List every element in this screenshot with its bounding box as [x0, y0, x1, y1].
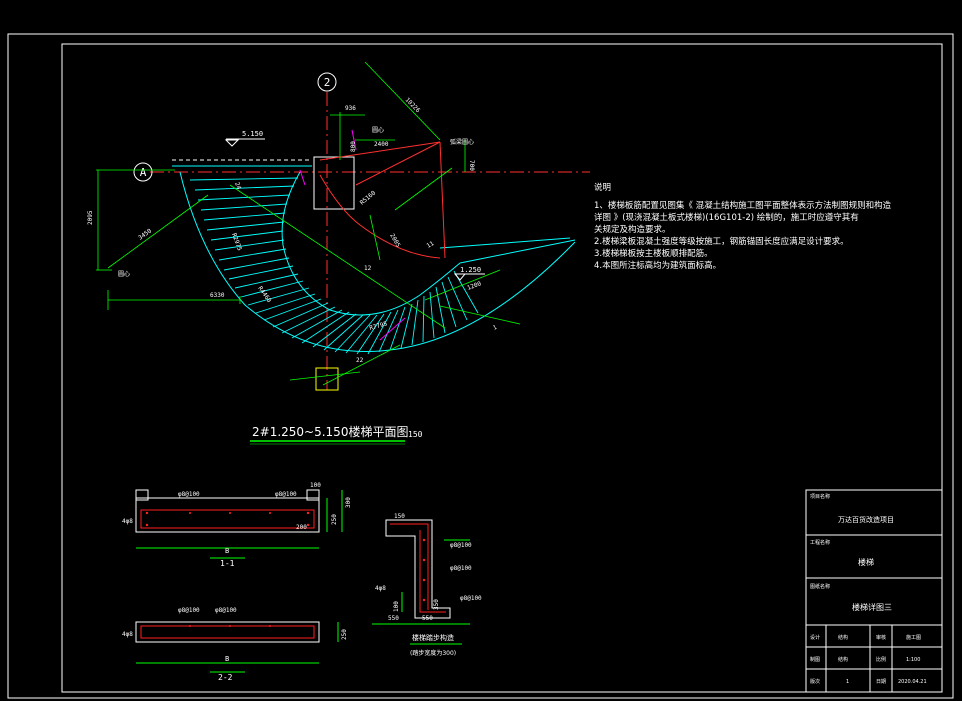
- axis-2-label: 2: [324, 76, 331, 89]
- detail-d350: 350: [433, 599, 440, 610]
- dim-24: 24: [233, 181, 242, 191]
- detail-title: 楼梯踏步构造: [412, 633, 454, 642]
- section-1-1: B 1-1 φ8@100 φ8@100 4φ8 200 100 250 300: [122, 482, 352, 568]
- tb-r2c4: 1:100: [906, 657, 920, 663]
- tb-drawing: 楼梯: [858, 557, 874, 567]
- tb-r2c2: 结构: [838, 656, 848, 663]
- tb-project: 万达百货改造项目: [838, 515, 894, 524]
- step-detail: φ8@100 φ8@100 φ8@100 4φ8 550 550 100 350…: [372, 513, 482, 657]
- tb-r3c3: 日期: [876, 679, 886, 685]
- section-1-bottom: 4φ8: [122, 518, 133, 525]
- section-2-rebar1: φ8@100: [178, 607, 200, 614]
- tb-drawing-label: 工程名称: [810, 539, 830, 546]
- detail-d100: 100: [393, 601, 400, 612]
- dim-12: 12: [364, 265, 372, 272]
- tb-r1c4: 施工图: [906, 634, 921, 641]
- tb-sheet: 楼梯详图三: [852, 602, 892, 612]
- note-line: 3.楼梯梯板按主楼板顺排配筋。: [594, 249, 713, 259]
- section-1-rebar2: φ8@100: [275, 491, 297, 498]
- tb-project-label: 项目名称: [810, 493, 830, 500]
- detail-subtitle: (踏步宽度为300): [410, 649, 456, 657]
- section-1-d300: 300: [345, 497, 352, 508]
- tb-r1c3: 审核: [876, 634, 886, 641]
- detail-r2: φ8@100: [450, 565, 472, 572]
- detail-d550b: 550: [422, 615, 433, 622]
- section-1-label: 1-1: [220, 559, 235, 568]
- section-1-outline: [135, 497, 320, 533]
- tb-r1c2: 结构: [838, 634, 848, 641]
- section-2-d250: 250: [341, 629, 348, 640]
- section-1-base: B: [225, 547, 229, 555]
- section-2-2: B 2-2 φ8@100 φ8@100 4φ8 250: [122, 607, 348, 682]
- note-line: 1、楼梯板筋配置见图集《 混凝土结构施工图平面整体表示方法制图规则和构造: [594, 201, 892, 211]
- section-1-d250: 250: [331, 514, 338, 525]
- dim-700: 700: [468, 160, 475, 171]
- dim-3450: 3450: [137, 227, 153, 241]
- tb-r2c3: 比例: [876, 656, 886, 663]
- column-top: [313, 156, 355, 210]
- section-1-rebar: [140, 509, 315, 529]
- title-block: 项目名称 万达百货改造项目 工程名称 楼梯 图纸名称 楼梯详图三 设计 结构 审…: [805, 489, 943, 693]
- section-2-label: 2-2: [218, 673, 233, 682]
- tb-r3c1: 版次: [810, 678, 820, 685]
- level-top-marker: [224, 139, 240, 147]
- level-top-text: 5.150: [242, 130, 263, 138]
- section-1-d100: 100: [310, 482, 321, 489]
- tb-r1c1: 设计: [810, 634, 820, 641]
- note-line: 详图 》(现浇混凝土板式楼梯)(16G101-2) 绘制的，施工时应遵守其有: [594, 213, 859, 223]
- tb-sheet-label: 图纸名称: [810, 583, 830, 590]
- label-left-center: 圆心: [118, 271, 130, 278]
- detail-d550: 550: [388, 615, 399, 622]
- note-line: 关规定及构造要求。: [594, 225, 671, 235]
- tb-r2c1: 制图: [810, 656, 820, 663]
- label-center: 圆心: [372, 127, 384, 134]
- dim-22: 22: [356, 357, 364, 364]
- dim-2400: 2400: [374, 141, 389, 148]
- plan-title: 2#1.250~5.150楼梯平面图: [252, 424, 408, 439]
- tb-r3c2: 1: [846, 679, 849, 685]
- dim-1200: 1200: [466, 280, 482, 292]
- label-arc-center: 弧梁圆心: [450, 138, 474, 146]
- detail-r3: φ8@100: [460, 595, 482, 602]
- dim-r2975: R2975: [230, 232, 243, 252]
- level-right-text: 1.250: [460, 266, 481, 274]
- dim-11: 11: [426, 240, 436, 250]
- section-2-rebar2: φ8@100: [215, 607, 237, 614]
- dim-r5160: R5160: [359, 189, 378, 206]
- arc-beam: [319, 174, 441, 259]
- dimension-lines: [96, 61, 521, 386]
- landing-line: [439, 237, 571, 249]
- dim-800: 800: [350, 141, 357, 152]
- detail-d150: 150: [394, 513, 405, 520]
- dim-2005: 2005: [388, 233, 401, 249]
- dim-2095: 2095: [87, 210, 94, 225]
- section-2-bottom: 4φ8: [122, 631, 133, 638]
- note-line: 2.楼梯梁板混凝土强度等级按施工，钢筋锚固长度应满足设计要求。: [594, 237, 849, 247]
- notes-block: 说明 1、楼梯板筋配置见图集《 混凝土结构施工图平面整体表示方法制图规则和构造 …: [594, 182, 892, 272]
- dim-1: 1: [492, 324, 499, 332]
- arc-beam-radius-right: [439, 141, 446, 259]
- note-line: 4.本图所注标高均为建筑面标高。: [594, 261, 722, 271]
- inner-frame: [61, 43, 943, 693]
- section-1-d200: 200: [296, 524, 307, 531]
- cad-drawing: A 2 5.150 1.250 936 10226 2400 700 800 2…: [7, 33, 954, 699]
- tb-r3c4: 2020.04.21: [898, 679, 927, 685]
- stair-treads: [189, 177, 479, 355]
- detail-r4: 4φ8: [375, 585, 386, 592]
- plan-scale: 150: [408, 430, 423, 439]
- section-1-rebar1: φ8@100: [178, 491, 200, 498]
- section-2-rebar: [140, 625, 315, 639]
- detail-r1: φ8@100: [450, 542, 472, 549]
- section-2-outline: [135, 621, 320, 643]
- dim-6330: 6330: [210, 292, 225, 299]
- dim-936: 936: [345, 105, 356, 112]
- dim-r4460: R4460: [256, 285, 272, 304]
- notes-heading: 说明: [594, 183, 612, 193]
- stair-plan: A 2 5.150 1.250 936 10226 2400 700 800 2…: [87, 61, 590, 445]
- section-2-base: B: [225, 655, 229, 663]
- axis-a-label: A: [140, 166, 147, 179]
